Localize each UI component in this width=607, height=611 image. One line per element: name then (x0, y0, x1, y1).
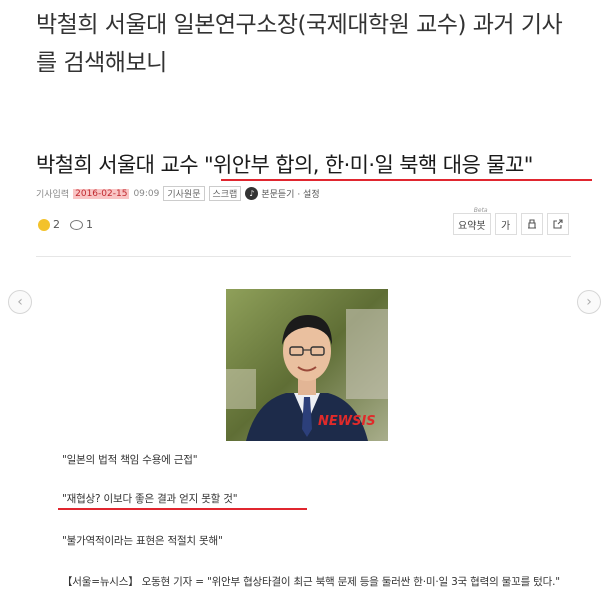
chevron-left-icon: ‹ (17, 294, 23, 310)
print-icon (527, 219, 536, 229)
comment-icon (70, 219, 83, 230)
input-label: 기사입력 (36, 190, 70, 200)
chevron-right-icon: › (586, 294, 592, 310)
next-arrow-button[interactable]: › (577, 290, 601, 314)
article-photo: NEWSIS (226, 289, 388, 441)
summary-bot-button[interactable]: 요약봇 Beta (453, 207, 491, 235)
article-title: 박철희 서울대 교수 "위안부 합의, 한·미·일 북핵 대응 물꼬" (36, 148, 596, 182)
comment-button[interactable]: 1 (70, 218, 93, 231)
article-date: 2016-02-15 (73, 188, 130, 199)
smile-icon (38, 218, 50, 231)
article-title-quote: "위안부 합의, 한·미·일 북핵 대응 물꼬" (204, 153, 533, 177)
article-title-prefix: 박철희 서울대 교수 (36, 153, 204, 177)
listen-label: 본문듣기 · 설정 (261, 190, 320, 200)
print-button[interactable] (520, 213, 543, 235)
subhead-quote-3: "불가역적이라는 표현은 적절치 못해" (62, 535, 223, 547)
share-icon (553, 219, 563, 229)
scrap-button[interactable]: 스크랩 (208, 186, 242, 201)
article-body: 【서울=뉴시스】 오동현 기자 = "위안부 협상타결이 최근 북핵 문제 등을… (62, 576, 560, 588)
prev-arrow-button[interactable]: ‹ (8, 290, 32, 314)
share-button[interactable] (546, 213, 569, 235)
listen-button[interactable]: ♪ 본문듣기 · 설정 (245, 187, 320, 200)
quote-red-underline (58, 508, 307, 510)
summary-label: 요약봇 (458, 220, 486, 232)
article-meta: 기사입력 2016-02-15 09:09 기사원문 스크랩 ♪ 본문듣기 · … (36, 186, 320, 201)
post-title: 박철희 서울대 일본연구소장(국제대학원 교수) 과거 기사를 검색해보니 (36, 12, 563, 76)
font-size-button[interactable]: 가 (494, 213, 517, 235)
smile-reaction-button[interactable]: 2 (38, 218, 60, 231)
reactions: 2 1 (38, 218, 93, 231)
beta-badge: Beta (473, 207, 488, 214)
portrait-image: NEWSIS (226, 289, 388, 441)
article-tools: 요약봇 Beta 가 (453, 207, 569, 235)
comment-count: 1 (86, 218, 93, 231)
header-divider (36, 256, 571, 257)
title-red-underline (221, 179, 592, 181)
subhead-quote-2: "재협상? 이보다 좋은 결과 얻지 못할 것" (62, 493, 238, 505)
article-header: 박철희 서울대 교수 "위안부 합의, 한·미·일 북핵 대응 물꼬" (36, 148, 596, 182)
smile-count: 2 (53, 218, 60, 231)
article-time: 09:09 (133, 188, 160, 199)
original-article-button[interactable]: 기사원문 (163, 186, 205, 201)
speaker-icon: ♪ (245, 187, 259, 200)
subhead-quote-1: "일본의 법적 책임 수용에 근접" (62, 454, 198, 466)
watermark-text: NEWSIS (318, 414, 376, 429)
